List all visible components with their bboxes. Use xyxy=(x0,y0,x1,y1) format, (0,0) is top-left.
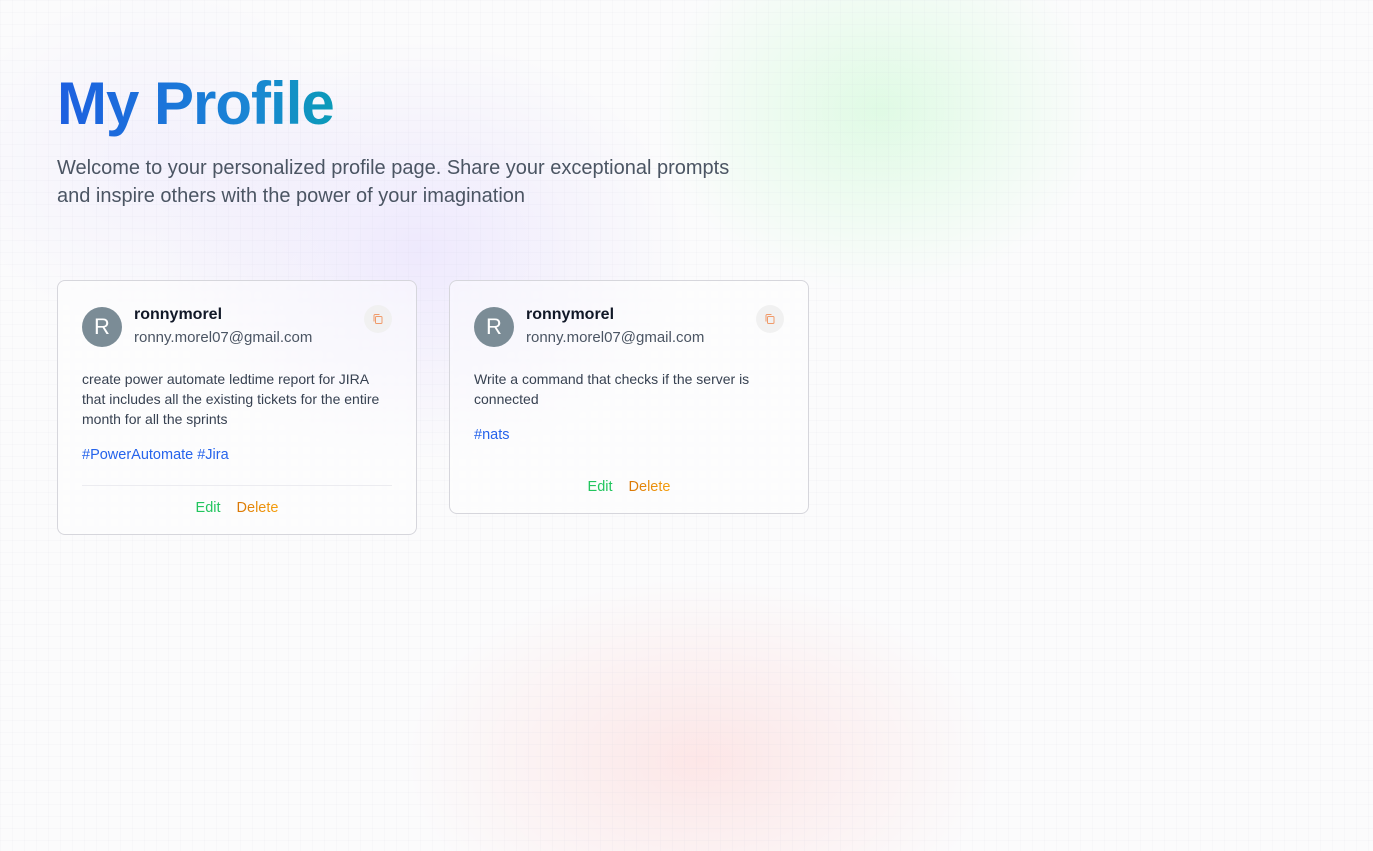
page-title: My Profile xyxy=(57,70,335,137)
user-text: ronnymorel ronny.morel07@gmail.com xyxy=(134,305,312,349)
copy-icon xyxy=(765,314,775,324)
copy-icon xyxy=(373,314,383,324)
username: ronnymorel xyxy=(526,306,615,323)
avatar[interactable]: R xyxy=(474,307,514,347)
prompt-card[interactable]: R ronnymorel ronny.morel07@gmail.com cre… xyxy=(57,280,417,535)
edit-button[interactable]: Edit xyxy=(196,498,221,518)
delete-button[interactable]: Delete xyxy=(237,498,279,518)
tag-link[interactable]: #PowerAutomate xyxy=(82,447,193,463)
user-text: ronnymorel ronny.morel07@gmail.com xyxy=(526,305,704,349)
user-info[interactable]: R ronnymorel ronny.morel07@gmail.com xyxy=(474,305,704,349)
copy-button[interactable] xyxy=(756,305,784,333)
tag-link[interactable]: #Jira xyxy=(197,447,228,463)
user-email: ronny.morel07@gmail.com xyxy=(526,329,705,346)
tag-link[interactable]: #nats xyxy=(474,427,509,443)
edit-button[interactable]: Edit xyxy=(588,477,613,497)
user-email: ronny.morel07@gmail.com xyxy=(134,329,313,346)
user-info[interactable]: R ronnymorel ronny.morel07@gmail.com xyxy=(82,305,312,349)
card-header: R ronnymorel ronny.morel07@gmail.com xyxy=(474,305,784,349)
prompt-card-list: R ronnymorel ronny.morel07@gmail.com cre… xyxy=(57,280,809,535)
card-actions: Edit Delete xyxy=(82,485,392,518)
copy-button[interactable] xyxy=(364,305,392,333)
page-subtitle: Welcome to your personalized profile pag… xyxy=(57,157,730,207)
tag-list: #PowerAutomate #Jira xyxy=(82,445,392,465)
card-actions: Edit Delete xyxy=(474,465,784,497)
prompt-card[interactable]: R ronnymorel ronny.morel07@gmail.com Wri… xyxy=(449,280,809,514)
username: ronnymorel xyxy=(134,306,223,323)
tag-list: #nats xyxy=(474,425,784,445)
prompt-text: create power automate ledtime report for… xyxy=(82,371,380,427)
card-header: R ronnymorel ronny.morel07@gmail.com xyxy=(82,305,392,349)
delete-button[interactable]: Delete xyxy=(629,477,671,497)
prompt-text: Write a command that checks if the serve… xyxy=(474,371,750,407)
avatar[interactable]: R xyxy=(82,307,122,347)
profile-header: My Profile Welcome to your personalized … xyxy=(57,70,1317,210)
